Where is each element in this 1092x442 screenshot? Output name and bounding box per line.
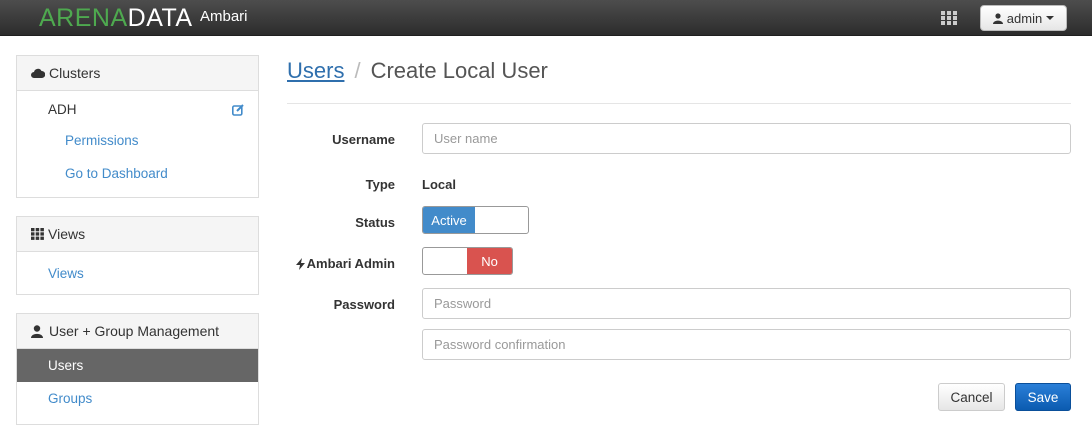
- cancel-button[interactable]: Cancel: [938, 383, 1005, 411]
- logo-part-arena: ARENA: [39, 4, 128, 32]
- ambari-admin-toggle-no: No: [467, 248, 512, 274]
- type-label: Type: [365, 177, 395, 192]
- ambari-admin-label-wrap: Ambari Admin: [285, 256, 395, 271]
- sidebar-item-groups[interactable]: Groups: [17, 382, 258, 415]
- views-header-label: Views: [48, 226, 86, 242]
- top-navbar: ARENADATA Ambari admin: [0, 0, 1092, 36]
- clusters-header-label: Clusters: [49, 65, 101, 81]
- views-grid-icon[interactable]: [941, 11, 957, 25]
- sidebar-item-go-to-dashboard[interactable]: Go to Dashboard: [17, 157, 258, 190]
- cluster-item-adh[interactable]: ADH: [17, 94, 258, 124]
- sidebar-item-permissions[interactable]: Permissions: [17, 124, 258, 157]
- sidebar-item-users[interactable]: Users: [17, 349, 258, 382]
- username-label: Username: [332, 132, 395, 147]
- title-divider: [287, 103, 1071, 104]
- password-confirmation-input[interactable]: [422, 329, 1071, 360]
- views-item-label: Views: [48, 265, 84, 281]
- views-header: Views: [17, 217, 258, 252]
- password-label: Password: [333, 297, 395, 312]
- app-name: Ambari: [200, 8, 248, 25]
- page-title-text: Create Local User: [370, 58, 548, 83]
- user-menu-button[interactable]: admin: [980, 5, 1067, 31]
- edit-icon[interactable]: [232, 104, 244, 116]
- chevron-down-icon: [1046, 16, 1055, 20]
- logo-part-data: DATA: [127, 4, 193, 32]
- user-group-header: User + Group Management: [17, 314, 258, 349]
- user-icon: [31, 324, 43, 338]
- page-title: Users / Create Local User: [287, 58, 548, 84]
- password-input[interactable]: [422, 288, 1071, 319]
- breadcrumb-separator: /: [354, 58, 361, 83]
- clusters-header: Clusters: [17, 56, 258, 91]
- sidebar-item-views[interactable]: Views: [17, 252, 258, 294]
- bolt-icon: [295, 257, 305, 270]
- ambari-admin-label: Ambari Admin: [306, 256, 395, 271]
- status-label: Status: [355, 215, 395, 230]
- grid-icon: [31, 228, 44, 240]
- user-menu-label: admin: [1006, 10, 1043, 26]
- breadcrumb-users-link[interactable]: Users: [287, 58, 344, 83]
- cloud-icon: [31, 68, 45, 78]
- clusters-panel: Clusters ADH Permissions Go to Dashboard: [16, 55, 259, 198]
- permissions-label: Permissions: [65, 133, 139, 148]
- type-value: Local: [422, 177, 456, 192]
- go-to-dashboard-label: Go to Dashboard: [65, 166, 168, 181]
- cluster-name: ADH: [48, 101, 77, 117]
- status-toggle-active: Active: [423, 207, 475, 233]
- user-group-header-label: User + Group Management: [49, 323, 220, 339]
- status-toggle[interactable]: Active: [422, 206, 529, 234]
- username-input[interactable]: [422, 123, 1071, 154]
- views-panel: Views Views: [16, 216, 259, 295]
- groups-item-label: Groups: [48, 391, 93, 406]
- ambari-admin-toggle[interactable]: No: [422, 247, 513, 275]
- save-button[interactable]: Save: [1015, 383, 1071, 411]
- users-item-label: Users: [48, 358, 84, 373]
- user-group-panel: User + Group Management Users Groups: [16, 313, 259, 425]
- arenadata-logo[interactable]: ARENADATA: [39, 4, 193, 32]
- user-icon: [992, 12, 1003, 24]
